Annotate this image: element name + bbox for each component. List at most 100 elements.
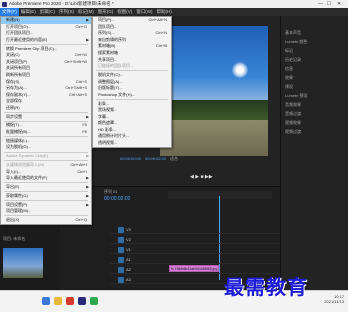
timeline-clip[interactable]: fx 1f6bb6b41ab9d1b86f68.jpg xyxy=(169,265,219,272)
chat-icon[interactable] xyxy=(90,297,98,305)
file_menu-item[interactable]: 关闭所有项目 xyxy=(1,65,91,72)
zoom-fit-select[interactable]: 适合 xyxy=(170,156,178,162)
file_menu-item[interactable]: 批量捕捉(B)... F6 xyxy=(1,129,91,136)
menu-1[interactable]: 编辑(E) xyxy=(19,8,38,16)
menu-item-label: 获取属性(G) xyxy=(6,192,28,198)
menu-3[interactable]: 序列(S) xyxy=(57,8,76,16)
menu-item-label: 调整图层(A)... xyxy=(98,78,123,84)
maximize-button[interactable]: ☐ xyxy=(327,0,331,8)
file_menu-item[interactable]: 新建(N) ▶ xyxy=(1,17,91,24)
track-row[interactable]: A1 xyxy=(110,256,280,264)
file_menu-item[interactable]: 刷新所有项目 xyxy=(1,72,91,79)
file_menu-item[interactable]: 还原(R) xyxy=(1,105,91,112)
premiere-taskbar-icon[interactable] xyxy=(78,297,86,305)
file_menu-item[interactable]: 打开最近使用的内容(E) ▶ xyxy=(1,37,91,44)
shortcut-label: Ctrl+N xyxy=(155,30,167,36)
menu-item-label: 设为脱机(O)... xyxy=(6,144,32,150)
new_menu-item[interactable]: 透明视频... xyxy=(93,140,171,147)
minimize-button[interactable]: — xyxy=(318,0,323,8)
playback-controls[interactable]: ◀ ▶ ■ ▶▶ xyxy=(190,174,213,180)
effects-row[interactable]: 效果 xyxy=(285,75,293,81)
file_menu-item[interactable]: 获取属性(G) ▶ xyxy=(1,193,91,200)
menu-item-label: 导出(E) xyxy=(6,183,20,189)
effects-row[interactable]: 历史记录 xyxy=(285,57,301,63)
file_menu-item[interactable]: 同步设置 ▶ xyxy=(1,114,91,121)
new_menu-item[interactable]: Photoshop 文件(H)... xyxy=(93,92,171,99)
menu-8[interactable]: 帮助(H) xyxy=(155,8,174,16)
new_menu-item[interactable]: 黑场视频... xyxy=(93,107,171,114)
file_menu-item[interactable]: 另存为(A)... Ctrl+Shift+S xyxy=(1,85,91,92)
track-target-button[interactable] xyxy=(118,237,124,243)
file_menu-item[interactable]: 导入最近使用的文件(F) ▶ xyxy=(1,175,91,182)
new_menu-item[interactable]: 搜索素材箱 xyxy=(93,50,171,57)
sequence-tab[interactable]: 序列 01 xyxy=(104,189,118,195)
new_menu-item[interactable]: 脱机文件(O)... xyxy=(93,72,171,79)
effects-row[interactable]: 音频效果 xyxy=(285,102,301,108)
submenu-arrow-icon: ▶ xyxy=(86,18,89,22)
effects-row[interactable]: 预设 xyxy=(285,84,293,90)
file_menu-item[interactable]: 全部保存 xyxy=(1,98,91,105)
new_menu-item[interactable]: 旧版标题(T)... xyxy=(93,85,171,92)
new_menu-item[interactable]: 序列(S)... Ctrl+N xyxy=(93,30,171,37)
menu-4[interactable]: 标记(M) xyxy=(76,8,96,16)
track-row[interactable]: V1 xyxy=(110,246,280,254)
effects-row[interactable]: 信息 xyxy=(285,66,293,72)
menu-7[interactable]: 窗口(W) xyxy=(134,8,154,16)
menu-item-label: 还原(R) xyxy=(6,104,20,110)
watermark-logo: 最需教育 xyxy=(224,275,308,299)
file_menu-item[interactable]: 设为脱机(O)... xyxy=(1,144,91,151)
timeline-timecode[interactable]: 00:00:02:02 xyxy=(104,196,130,202)
new_menu-item[interactable]: 颜色遮罩... xyxy=(93,120,171,127)
menu-0[interactable]: 文件(F) xyxy=(0,8,19,16)
track-target-button[interactable] xyxy=(118,227,124,233)
menu-item-label: 从媒体浏览器导入(M) xyxy=(6,162,44,167)
title-bar: Adobe Premiere Pro 2020 - D:\Lib\新建项目\未命… xyxy=(0,0,348,8)
file_menu-item[interactable]: 从媒体浏览器导入(M) Ctrl+Alt+I xyxy=(1,162,91,169)
file_menu-item[interactable]: Adobe Dynamic Link(K) ▶ xyxy=(1,153,91,160)
track-row[interactable]: V3 xyxy=(110,226,280,234)
effects-row[interactable]: 标记 xyxy=(285,48,293,54)
file_menu-item[interactable]: 打开团队项目... xyxy=(1,30,91,37)
folder-icon[interactable] xyxy=(54,297,62,305)
effects-row[interactable]: Lumetri 颜色 xyxy=(285,39,307,45)
track-target-button[interactable] xyxy=(118,257,124,263)
shortcut-label: Ctrl+Alt+I xyxy=(70,162,87,167)
shortcut-label: F5 xyxy=(82,122,87,128)
menu-5[interactable]: 图形(G) xyxy=(96,8,116,16)
premiere-app-icon xyxy=(2,1,7,7)
new_menu-item[interactable]: 项目(P)... Ctrl+Alt+N xyxy=(93,17,171,24)
menu-item-label: 另存为(A)... xyxy=(6,85,27,91)
track-target-button[interactable] xyxy=(118,277,124,283)
menu-item-label: 打开最近使用的内容(E) xyxy=(6,36,48,42)
file_menu-item[interactable]: 关闭(C) Ctrl+W xyxy=(1,52,91,59)
new_menu-item[interactable]: 已链接的团队项目... xyxy=(93,63,171,70)
menu-item-label: 转换 Premiere Clip 项目(C)... xyxy=(6,45,58,51)
menu-item-label: 关闭项目(P) xyxy=(6,58,28,64)
media-thumbnail[interactable] xyxy=(3,248,43,278)
start-icon[interactable] xyxy=(42,297,50,305)
menu-item-label: Photoshop 文件(H)... xyxy=(98,91,136,97)
track-target-button[interactable] xyxy=(118,267,124,273)
track-target-button[interactable] xyxy=(118,247,124,253)
menu-6[interactable]: 视图(V) xyxy=(115,8,134,16)
menu-2[interactable]: 剪辑(C) xyxy=(38,8,57,16)
effects-row[interactable]: 视频过渡 xyxy=(285,129,301,135)
new_menu-item[interactable]: 素材箱(B) Ctrl+B xyxy=(93,43,171,50)
browser-icon[interactable] xyxy=(66,297,74,305)
effects-row[interactable]: 音频过渡 xyxy=(285,111,301,117)
file_menu-item[interactable]: 退出(X) Ctrl+Q xyxy=(1,217,91,224)
shortcut-label: Ctrl+I xyxy=(77,168,87,174)
menu-item-label: 同步设置 xyxy=(6,113,22,119)
menu-item-label: 颜色遮罩... xyxy=(98,120,118,126)
file_menu-item[interactable]: 项目管理(M)... xyxy=(1,208,91,215)
track-label: V3 xyxy=(126,227,131,232)
file-menu: 新建(N) ▶ 打开项目(O)... Ctrl+O 打开团队项目... 打开最近使用的内容… xyxy=(0,16,92,225)
effects-row[interactable]: 基本声音 xyxy=(285,30,301,36)
time-ruler[interactable] xyxy=(168,191,272,199)
effects-row[interactable]: 视频效果 xyxy=(285,120,301,126)
file_menu-item[interactable]: 导出(E) ▶ xyxy=(1,184,91,191)
menu-item-label: 已链接的团队项目... xyxy=(98,63,134,69)
effects-row[interactable]: Lumetri 预设 xyxy=(285,93,307,99)
close-button[interactable]: ✕ xyxy=(337,0,341,8)
track-row[interactable]: V2 xyxy=(110,236,280,244)
